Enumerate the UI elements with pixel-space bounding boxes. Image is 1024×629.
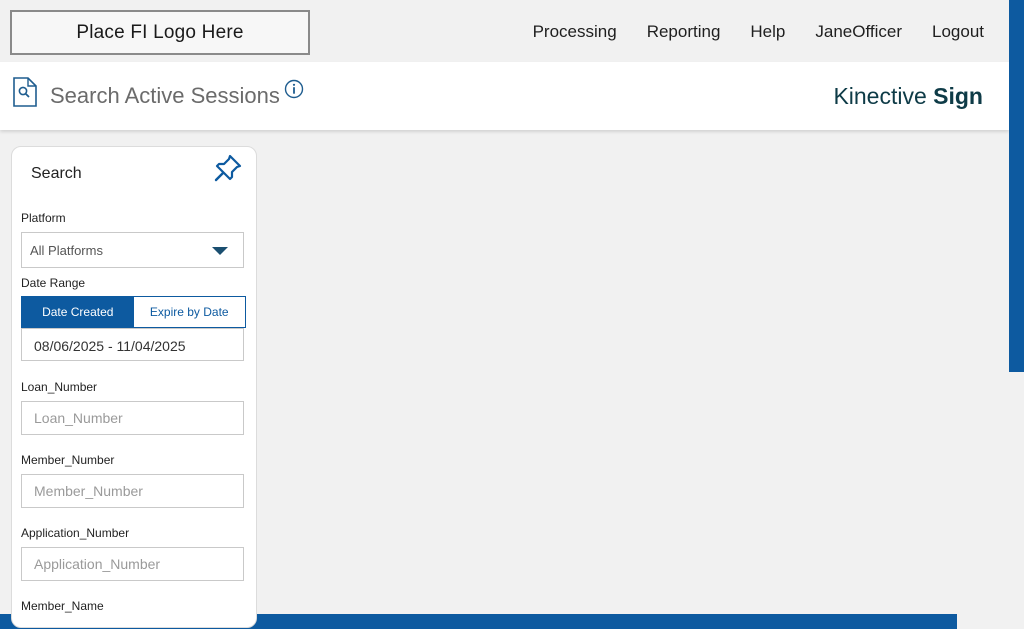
right-scroll-strip	[1009, 0, 1024, 372]
member-number-field	[21, 474, 244, 508]
platform-select[interactable]: All Platforms	[21, 232, 244, 268]
logo-placeholder: Place FI Logo Here	[10, 10, 310, 55]
search-panel: Search Platform All Platforms Date Range…	[11, 146, 257, 628]
page-title-bar: Search Active Sessions Kinective Sign	[0, 62, 1009, 130]
brand-name-bold: Sign	[933, 83, 983, 109]
loan-number-field	[21, 401, 244, 435]
main-nav: Processing Reporting Help JaneOfficer Lo…	[533, 22, 984, 42]
platform-label: Platform	[21, 211, 66, 225]
platform-selected-value: All Platforms	[30, 243, 103, 258]
date-type-toggle: Date Created Expire by Date	[21, 296, 246, 328]
member-name-label: Member_Name	[21, 599, 104, 613]
search-panel-title: Search	[31, 165, 82, 182]
application-number-label: Application_Number	[21, 526, 130, 540]
info-icon[interactable]	[284, 79, 304, 99]
nav-user-janeofficer[interactable]: JaneOfficer	[815, 22, 902, 42]
tab-expire-by-date[interactable]: Expire by Date	[133, 297, 245, 327]
brand-logo: Kinective Sign	[833, 83, 983, 110]
nav-processing[interactable]: Processing	[533, 22, 617, 42]
nav-reporting[interactable]: Reporting	[647, 22, 721, 42]
date-range-label: Date Range	[21, 276, 86, 290]
document-search-icon	[13, 77, 37, 107]
application-number-input[interactable]	[22, 548, 243, 580]
tab-date-created[interactable]: Date Created	[22, 297, 134, 327]
loan-number-label: Loan_Number	[21, 380, 98, 394]
member-number-label: Member_Number	[21, 453, 115, 467]
nav-help[interactable]: Help	[750, 22, 785, 42]
top-navigation-bar: Place FI Logo Here Processing Reporting …	[0, 0, 1009, 62]
date-range-input[interactable]: 08/06/2025 - 11/04/2025	[21, 328, 244, 361]
pin-icon[interactable]	[213, 153, 243, 183]
page-title: Search Active Sessions	[50, 83, 280, 108]
loan-number-input[interactable]	[22, 402, 243, 434]
date-range-value: 08/06/2025 - 11/04/2025	[34, 338, 186, 354]
nav-logout[interactable]: Logout	[932, 22, 984, 42]
brand-name-light: Kinective	[833, 83, 934, 109]
application-number-field	[21, 547, 244, 581]
member-number-input[interactable]	[22, 475, 243, 507]
chevron-down-icon	[212, 247, 228, 255]
